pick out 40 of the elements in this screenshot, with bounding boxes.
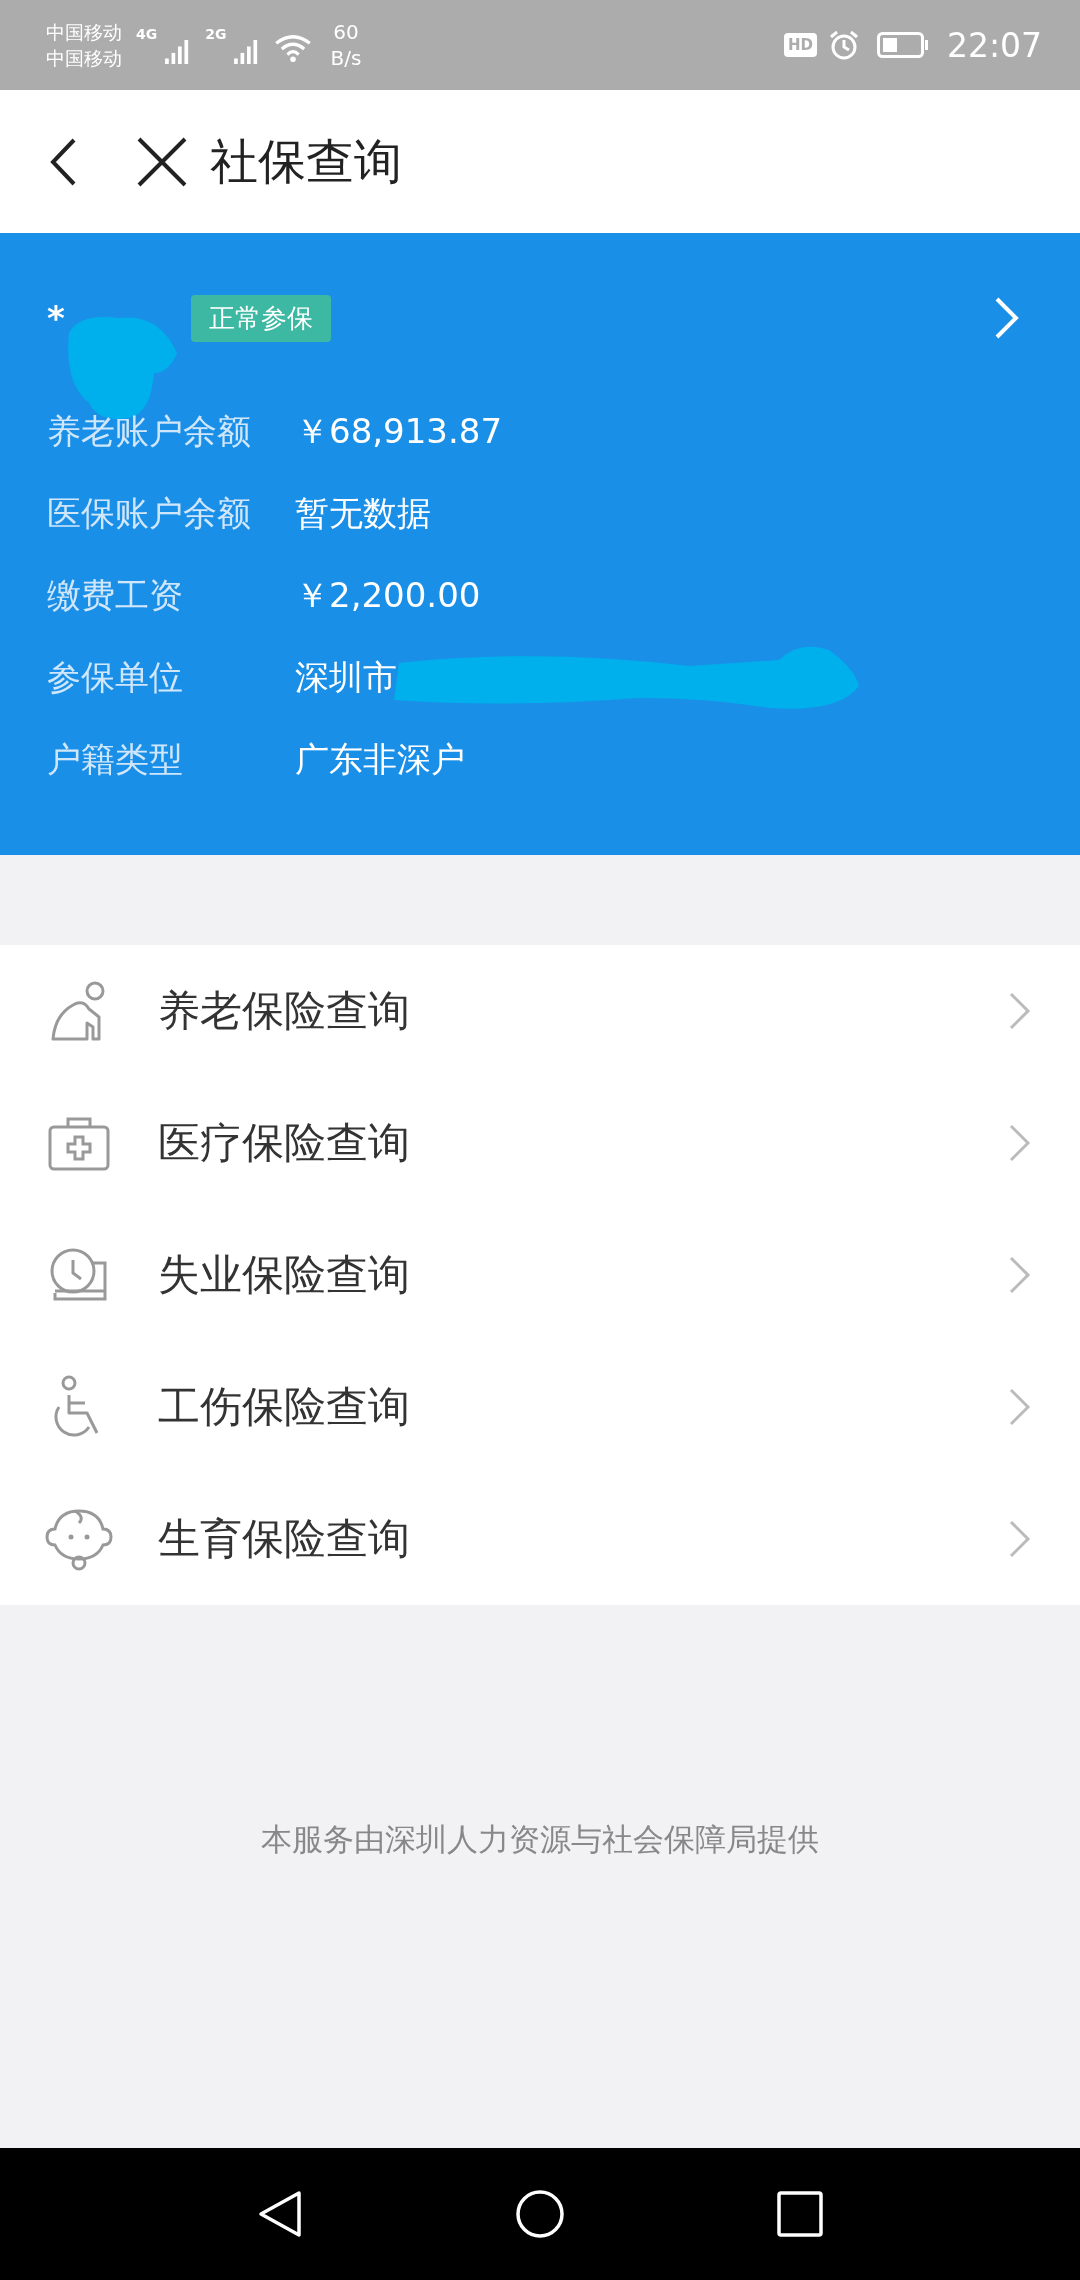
field-value: 深圳市 — [295, 656, 397, 699]
carrier-name: 中国移动 — [46, 46, 122, 71]
chevron-right-icon — [1008, 1123, 1032, 1163]
medical-kit-icon — [48, 1115, 110, 1171]
close-icon — [136, 135, 188, 188]
footer-note: 本服务由深圳人力资源与社会保障局提供 — [261, 1820, 819, 1859]
back-icon — [48, 136, 78, 187]
recents-icon[interactable] — [775, 2189, 825, 2239]
alarm-icon — [828, 30, 859, 60]
field-label: 户籍类型 — [47, 738, 184, 781]
field-value: 广东非深户 — [295, 738, 465, 781]
field-value: ￥68,913.87 — [295, 410, 503, 453]
chevron-right-icon — [994, 296, 1020, 340]
baby-face-icon — [45, 1507, 113, 1571]
field-value: ￥2,200.00 — [295, 574, 481, 617]
field-label: 养老账户余额 — [47, 410, 252, 453]
battery-icon — [876, 32, 929, 58]
back-button[interactable] — [48, 136, 78, 187]
home-icon[interactable] — [515, 2189, 565, 2239]
status-badge: 正常参保 — [190, 294, 331, 342]
chevron-right-icon — [1008, 991, 1032, 1031]
page-title: 社保查询 — [210, 131, 402, 191]
clock-icon — [49, 1247, 109, 1303]
chevron-right-icon — [1008, 1387, 1032, 1427]
account-name: * — [47, 298, 65, 338]
clock-time: 22:07 — [946, 25, 1042, 65]
close-button[interactable] — [136, 135, 188, 188]
chevron-right-icon — [1008, 1519, 1032, 1559]
network-type: 4G — [136, 26, 158, 42]
network-type: 2G — [205, 26, 227, 42]
field-label: 缴费工资 — [47, 574, 184, 617]
wifi-icon — [274, 34, 313, 62]
speed-value: 60 — [333, 19, 359, 45]
field-value: 暂无数据 — [295, 492, 431, 535]
speed-unit: B/s — [330, 45, 362, 71]
hd-badge: HD — [783, 33, 817, 57]
field-label: 参保单位 — [47, 656, 184, 699]
field-label: 医保账户余额 — [47, 492, 252, 535]
carrier-name: 中国移动 — [46, 20, 122, 45]
chevron-right-icon — [1008, 1255, 1032, 1295]
